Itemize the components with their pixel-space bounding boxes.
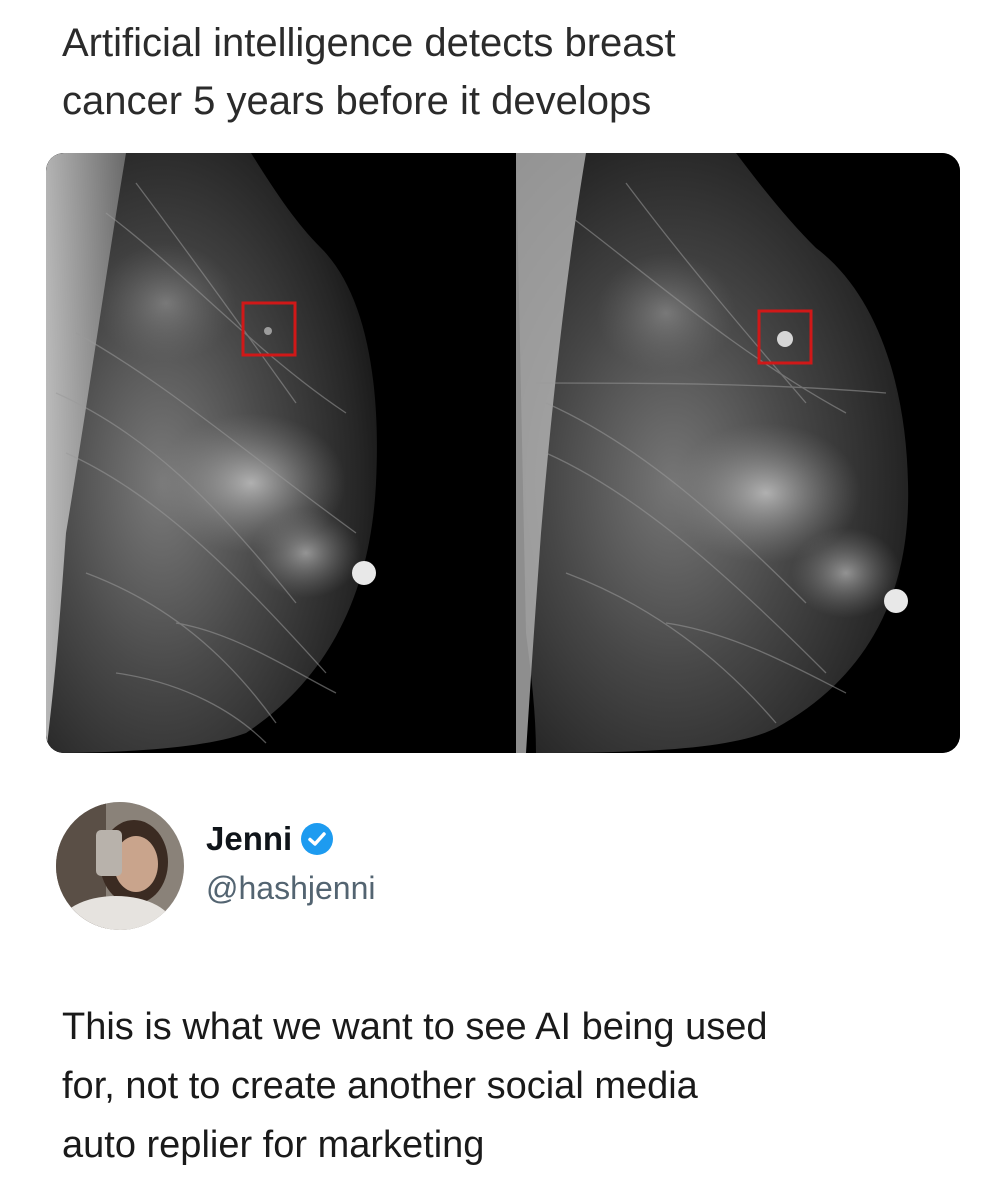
post-text-line-3: auto replier for marketing [62,1124,485,1166]
post-text-line-1: This is what we want to see AI being use… [62,1006,768,1048]
headline-line-1: Artificial intelligence detects breast [62,21,676,65]
author-handle[interactable]: @hashjenni [206,870,375,907]
avatar[interactable] [56,802,184,930]
avatar-photo-icon [56,802,184,930]
post-text: This is what we want to see AI being use… [62,998,962,1175]
mammogram-svg [46,153,960,753]
author-name-row[interactable]: Jenni [206,820,334,858]
headline-line-2: cancer 5 years before it develops [62,79,652,123]
post-text-line-2: for, not to create another social media [62,1065,698,1107]
headline: Artificial intelligence detects breast c… [62,14,962,130]
verified-badge-icon [300,822,334,856]
mammogram-comparison-image[interactable] [46,153,960,753]
author-display-name[interactable]: Jenni [206,820,292,858]
tweet-author[interactable]: Jenni @hashjenni [56,802,756,932]
